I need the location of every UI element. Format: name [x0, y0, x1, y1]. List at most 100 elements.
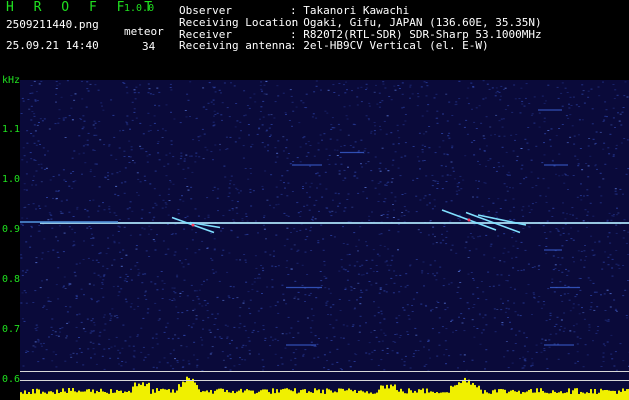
- signal-bar: [538, 392, 540, 400]
- noise-pixel: [229, 358, 232, 360]
- noise-pixel: [110, 315, 113, 317]
- noise-pixel: [89, 171, 92, 173]
- noise-pixel: [315, 85, 318, 87]
- noise-pixel: [602, 352, 605, 354]
- noise-pixel: [476, 196, 479, 198]
- noise-pixel: [165, 203, 168, 205]
- noise-pixel: [229, 285, 232, 287]
- noise-pixel: [248, 307, 251, 309]
- noise-pixel: [337, 94, 340, 96]
- noise-pixel: [249, 299, 252, 301]
- noise-pixel: [587, 145, 590, 147]
- noise-pixel: [103, 314, 106, 316]
- noise-pixel: [589, 155, 592, 157]
- noise-pixel: [287, 153, 290, 154]
- noise-pixel: [120, 288, 123, 290]
- noise-pixel: [429, 220, 432, 221]
- noise-pixel: [540, 307, 543, 309]
- noise-pixel: [590, 295, 593, 296]
- noise-pixel: [541, 162, 544, 164]
- noise-pixel: [179, 260, 181, 262]
- noise-pixel: [73, 150, 76, 152]
- noise-pixel: [124, 340, 127, 342]
- noise-pixel: [367, 161, 370, 163]
- noise-pixel: [339, 368, 342, 370]
- noise-pixel: [556, 229, 559, 231]
- y-tick-label: 1.1: [2, 124, 21, 135]
- noise-pixel: [228, 116, 231, 118]
- noise-pixel: [623, 138, 626, 139]
- noise-pixel: [126, 122, 129, 124]
- noise-pixel: [88, 283, 91, 285]
- noise-pixel: [624, 81, 627, 83]
- noise-pixel: [531, 187, 534, 189]
- signal-bar: [342, 388, 344, 400]
- noise-pixel: [58, 225, 61, 227]
- noise-pixel: [354, 171, 357, 173]
- noise-pixel: [531, 358, 534, 360]
- noise-pixel: [404, 142, 407, 144]
- noise-pixel: [92, 199, 95, 201]
- noise-pixel: [174, 358, 176, 360]
- noise-pixel: [180, 155, 183, 157]
- noise-pixel: [324, 171, 327, 173]
- noise-pixel: [518, 98, 521, 100]
- noise-pixel: [109, 211, 112, 213]
- noise-pixel: [575, 217, 578, 219]
- signal-bar: [578, 393, 580, 400]
- noise-pixel: [393, 209, 395, 211]
- signal-bar: [370, 392, 372, 400]
- signal-bar: [316, 390, 318, 400]
- noise-pixel: [577, 250, 580, 252]
- noise-pixel: [495, 170, 498, 172]
- noise-pixel: [472, 293, 475, 295]
- noise-pixel: [483, 138, 486, 140]
- signal-bar: [614, 390, 616, 400]
- noise-pixel: [167, 337, 170, 339]
- noise-pixel: [459, 269, 461, 271]
- noise-pixel: [57, 267, 60, 269]
- noise-pixel: [478, 105, 481, 107]
- noise-pixel: [137, 92, 140, 94]
- noise-pixel: [250, 146, 253, 148]
- noise-pixel: [115, 158, 118, 160]
- noise-pixel: [381, 147, 384, 149]
- noise-pixel: [569, 330, 572, 332]
- signal-bar: [470, 384, 472, 400]
- noise-pixel: [544, 133, 547, 135]
- noise-pixel: [392, 292, 395, 294]
- noise-pixel: [463, 330, 466, 332]
- noise-pixel: [444, 309, 447, 311]
- noise-pixel: [471, 236, 474, 238]
- noise-pixel: [302, 102, 305, 104]
- noise-pixel: [133, 350, 136, 352]
- noise-pixel: [239, 121, 242, 123]
- noise-pixel: [80, 321, 83, 323]
- noise-pixel: [275, 326, 278, 328]
- noise-pixel: [186, 215, 189, 217]
- noise-pixel: [424, 145, 427, 147]
- noise-pixel: [503, 233, 506, 235]
- noise-pixel: [310, 341, 313, 343]
- noise-pixel: [357, 273, 360, 275]
- noise-pixel: [484, 368, 486, 370]
- noise-pixel: [96, 301, 98, 303]
- noise-pixel: [457, 218, 460, 220]
- noise-pixel: [167, 214, 170, 216]
- noise-pixel: [519, 112, 522, 114]
- noise-pixel: [509, 219, 512, 220]
- noise-pixel: [242, 344, 245, 346]
- signal-bar: [56, 389, 58, 400]
- noise-pixel: [21, 292, 24, 294]
- noise-pixel: [488, 198, 491, 200]
- signal-bar: [558, 392, 560, 400]
- noise-pixel: [520, 87, 523, 89]
- noise-pixel: [508, 308, 510, 310]
- noise-pixel: [144, 291, 147, 293]
- noise-pixel: [432, 243, 435, 245]
- noise-pixel: [381, 100, 384, 102]
- noise-pixel: [432, 226, 435, 228]
- noise-pixel: [622, 295, 625, 297]
- signal-bar: [294, 388, 296, 400]
- noise-pixel: [596, 306, 599, 308]
